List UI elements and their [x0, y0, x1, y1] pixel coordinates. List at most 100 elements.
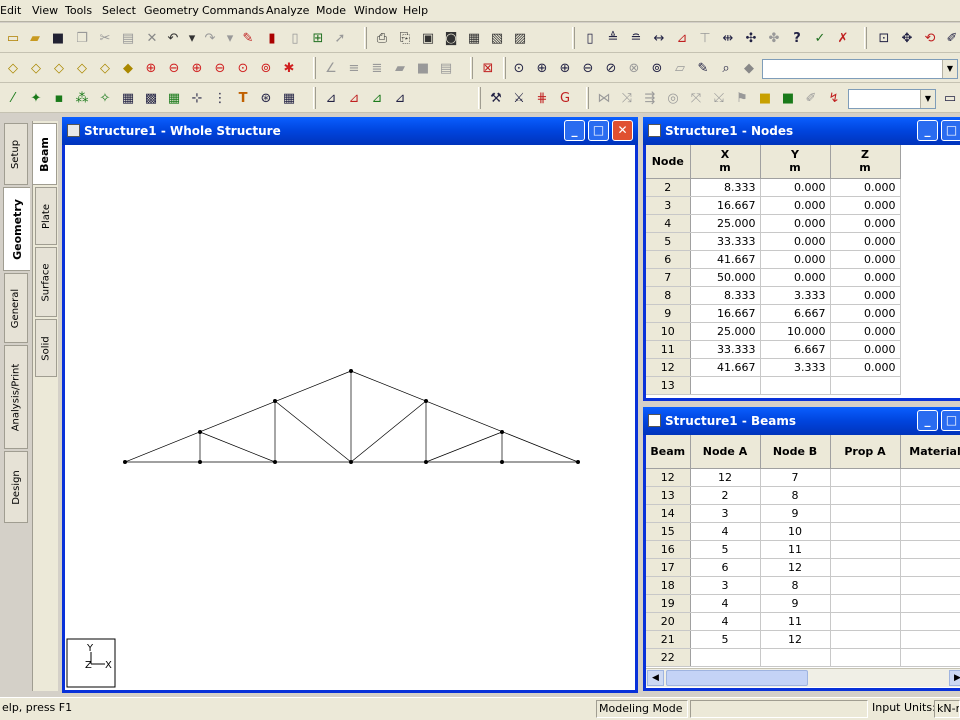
node-b-cell[interactable]	[760, 648, 831, 667]
x-cell[interactable]: 25.000	[690, 214, 761, 233]
z-cell[interactable]: 0.000	[830, 232, 901, 251]
z-cell[interactable]	[830, 376, 901, 395]
z-cell[interactable]: 0.000	[830, 268, 901, 287]
stretch-icon[interactable]: ⤧	[686, 88, 706, 108]
x-cell[interactable]: 25.000	[690, 322, 761, 341]
prop-a-cell[interactable]	[830, 504, 901, 523]
node-id-cell[interactable]: 9	[646, 304, 691, 323]
prop-a-cell[interactable]	[830, 612, 901, 631]
zoom-window-icon[interactable]: ⊡	[874, 28, 894, 48]
scroll-thumb[interactable]	[666, 670, 808, 686]
table-row[interactable]: 12 12 7	[646, 468, 960, 487]
y-cell[interactable]	[760, 376, 831, 395]
node-id-cell[interactable]: 2	[646, 178, 691, 197]
select-all-icon[interactable]: ⊿	[390, 88, 410, 108]
x-cell[interactable]: 8.333	[690, 286, 761, 305]
x-cell[interactable]: 33.333	[690, 232, 761, 251]
col-header-z[interactable]: Zm	[830, 145, 901, 179]
x-cell[interactable]: 41.667	[690, 358, 761, 377]
paint-icon[interactable]: ✐	[801, 88, 821, 108]
rotate-x-icon[interactable]: ⊕	[141, 58, 161, 78]
node-a-cell[interactable]: 4	[690, 522, 761, 541]
table-row[interactable]: 9 16.667 6.667 0.000	[646, 304, 901, 323]
x-cell[interactable]: 50.000	[690, 268, 761, 287]
table-row[interactable]: 22	[646, 648, 960, 667]
structure-window-titlebar[interactable]: Structure1 - Whole Structure _ □ ✕	[62, 117, 638, 145]
beam-id-cell[interactable]: 18	[646, 576, 691, 595]
node-id-cell[interactable]: 12	[646, 358, 691, 377]
beam-id-cell[interactable]: 16	[646, 540, 691, 559]
scroll-left-button[interactable]: ◀	[647, 670, 664, 686]
beams-window-titlebar[interactable]: Structure1 - Beams _ □	[643, 407, 960, 435]
col-header-y[interactable]: Ym	[760, 145, 831, 179]
menu-help[interactable]: Help	[403, 4, 428, 17]
tab-geometry[interactable]: Geometry	[3, 187, 30, 271]
copy-icon[interactable]: ❐	[72, 28, 92, 48]
maximize-button[interactable]: □	[941, 410, 960, 431]
table-row[interactable]: 11 33.333 6.667 0.000	[646, 340, 901, 359]
add-node-icon[interactable]: ✦	[26, 88, 46, 108]
structure-icon[interactable]: ⊞	[308, 28, 328, 48]
col-header-beam[interactable]: Beam	[646, 435, 691, 469]
label-loads-icon[interactable]: ▤	[436, 58, 456, 78]
zoom-all-icon[interactable]: ⊚	[647, 58, 667, 78]
add-solid-icon[interactable]: ✧	[95, 88, 115, 108]
y-cell[interactable]: 0.000	[760, 178, 831, 197]
menu-mode[interactable]: Mode	[316, 4, 346, 17]
z-cell[interactable]: 0.000	[830, 286, 901, 305]
front-view-icon[interactable]: ◇	[26, 58, 46, 78]
rotate-icon[interactable]: ⟲	[920, 28, 940, 48]
prop-a-cell[interactable]	[830, 540, 901, 559]
beam-id-cell[interactable]: 14	[646, 504, 691, 523]
node-id-cell[interactable]: 3	[646, 196, 691, 215]
table-row[interactable]: 6 41.667 0.000 0.000	[646, 250, 901, 269]
merge-icon[interactable]: G	[555, 88, 575, 108]
view-select-combo[interactable]: ▼	[762, 59, 958, 79]
subtab-solid[interactable]: Solid	[35, 319, 57, 377]
tag-icon[interactable]: ⚑	[732, 88, 752, 108]
prop-a-cell[interactable]	[830, 522, 901, 541]
node-b-cell[interactable]: 8	[760, 486, 831, 505]
table-row[interactable]: 5 33.333 0.000 0.000	[646, 232, 901, 251]
table-row[interactable]: 4 25.000 0.000 0.000	[646, 214, 901, 233]
undo-icon[interactable]: ↶	[163, 28, 183, 48]
beam-id-cell[interactable]: 15	[646, 522, 691, 541]
magnify-icon[interactable]: ✎	[693, 58, 713, 78]
node[interactable]	[273, 460, 277, 464]
structure-window[interactable]: Structure1 - Whole Structure _ □ ✕ Y Z X	[62, 117, 638, 693]
chevron-down-icon[interactable]: ▼	[942, 60, 957, 78]
select-beams-icon[interactable]: ⊿	[344, 88, 364, 108]
menu-commands[interactable]: Commands	[202, 4, 264, 17]
save-icon[interactable]: ■	[48, 28, 68, 48]
y-cell[interactable]: 3.333	[760, 358, 831, 377]
node-b-cell[interactable]: 10	[760, 522, 831, 541]
beams-window[interactable]: Structure1 - Beams _ □ Beam Node A Node …	[643, 407, 960, 691]
material-cell[interactable]	[900, 576, 960, 595]
node-id-cell[interactable]: 11	[646, 340, 691, 359]
y-cell[interactable]: 0.000	[760, 268, 831, 287]
nodes-window[interactable]: Structure1 - Nodes _ □ Node Xm Ym Zm 2 8.…	[643, 117, 960, 401]
table-row[interactable]: 13 2 8	[646, 486, 960, 505]
grid-icon[interactable]: ▦	[118, 88, 138, 108]
z-cell[interactable]: 0.000	[830, 340, 901, 359]
z-cell[interactable]: 0.000	[830, 250, 901, 269]
show-load-icon[interactable]: ▭	[940, 88, 960, 108]
node[interactable]	[349, 369, 353, 373]
zoom-in-dynamic-icon[interactable]: ⊕	[555, 58, 575, 78]
check-icon[interactable]: ✓	[810, 28, 830, 48]
zoom-out-icon[interactable]: ⊖	[578, 58, 598, 78]
redo-dropdown-icon[interactable]: ▾	[220, 28, 240, 48]
col-header-node-a[interactable]: Node A	[690, 435, 761, 469]
node-distance-icon[interactable]: ↔	[649, 28, 669, 48]
node-b-cell[interactable]: 11	[760, 540, 831, 559]
display-icon[interactable]: ✣	[741, 28, 761, 48]
node[interactable]	[500, 430, 504, 434]
nodes-grid[interactable]: Node Xm Ym Zm 2 8.333 0.000 0.000 3 16.667 0.…	[646, 145, 960, 398]
table-row[interactable]: 21 5 12	[646, 630, 960, 649]
generate-icon[interactable]: ■	[778, 88, 798, 108]
insert-node-icon[interactable]: ⋮	[210, 88, 230, 108]
z-cell[interactable]: 0.000	[830, 178, 901, 197]
z-cell[interactable]: 0.000	[830, 322, 901, 341]
node-a-cell[interactable]: 4	[690, 594, 761, 613]
x-cell[interactable]: 16.667	[690, 196, 761, 215]
